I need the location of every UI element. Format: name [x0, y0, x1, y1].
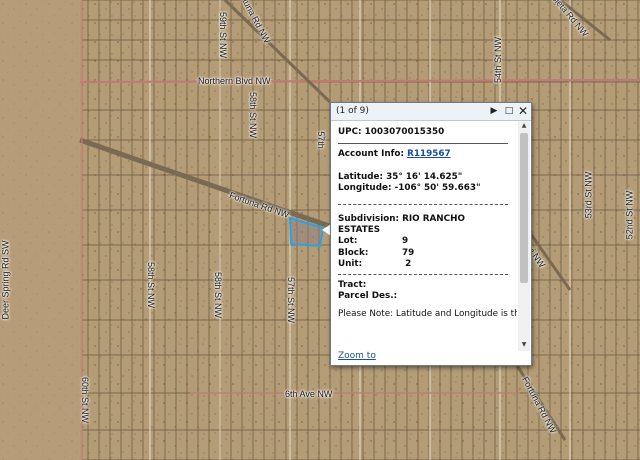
- result-counter: (1 of 9): [336, 106, 369, 116]
- scroll-thumb[interactable]: [520, 133, 528, 283]
- location-note: Please Note: Latitude and Longitude is t…: [338, 309, 517, 320]
- maximize-icon[interactable]: □: [502, 103, 516, 120]
- close-icon[interactable]: ✕: [516, 103, 530, 120]
- lot-value: 9: [402, 236, 409, 247]
- latitude-value: 35° 16' 14.625": [386, 171, 463, 182]
- account-row: Account Info: R119567: [338, 149, 451, 160]
- divider: [338, 143, 508, 145]
- dashed-divider-2: [338, 273, 508, 275]
- open-land-west: [0, 0, 80, 460]
- popup-scrollbar[interactable]: ▲ ▼: [518, 121, 530, 351]
- upc-row: UPC: 1003070015350: [338, 127, 445, 137]
- longitude-value: -106° 50' 59.663": [394, 183, 481, 194]
- subdivision-row-cont: ESTATES: [338, 225, 381, 236]
- block-row: Block: 79: [338, 247, 415, 258]
- scroll-down-icon[interactable]: ▼: [518, 340, 530, 350]
- subdivision-row: Subdivision: RIO RANCHO: [338, 213, 465, 224]
- tract-row: Tract:: [338, 279, 367, 290]
- lot-row: Lot: 9: [338, 236, 409, 247]
- parcel-des-row: Parcel Des.:: [338, 291, 398, 302]
- popup-header: (1 of 9) ▶ □ ✕: [331, 103, 531, 121]
- unit-value: 2: [405, 259, 412, 270]
- block-value: 79: [402, 247, 415, 258]
- unit-row: Unit: 2: [338, 259, 412, 270]
- longitude-row: Longitude: -106° 50' 59.663": [338, 183, 481, 194]
- popup-content[interactable]: UPC: 1003070015350 Account Info: R119567…: [331, 121, 517, 351]
- latitude-row: Latitude: 35° 16' 14.625": [338, 171, 463, 182]
- next-result-icon[interactable]: ▶: [487, 103, 501, 120]
- upc-value: 1003070015350: [364, 127, 445, 137]
- account-link[interactable]: R119567: [407, 149, 451, 159]
- dashed-divider: [338, 203, 508, 205]
- parcel-map[interactable]: [0, 0, 640, 460]
- subdivision-value: RIO RANCHO: [402, 213, 465, 224]
- scroll-up-icon[interactable]: ▲: [518, 121, 530, 131]
- info-popup: (1 of 9) ▶ □ ✕ UPC: 1003070015350 Accoun…: [330, 102, 532, 366]
- zoom-to-link[interactable]: Zoom to: [338, 351, 376, 361]
